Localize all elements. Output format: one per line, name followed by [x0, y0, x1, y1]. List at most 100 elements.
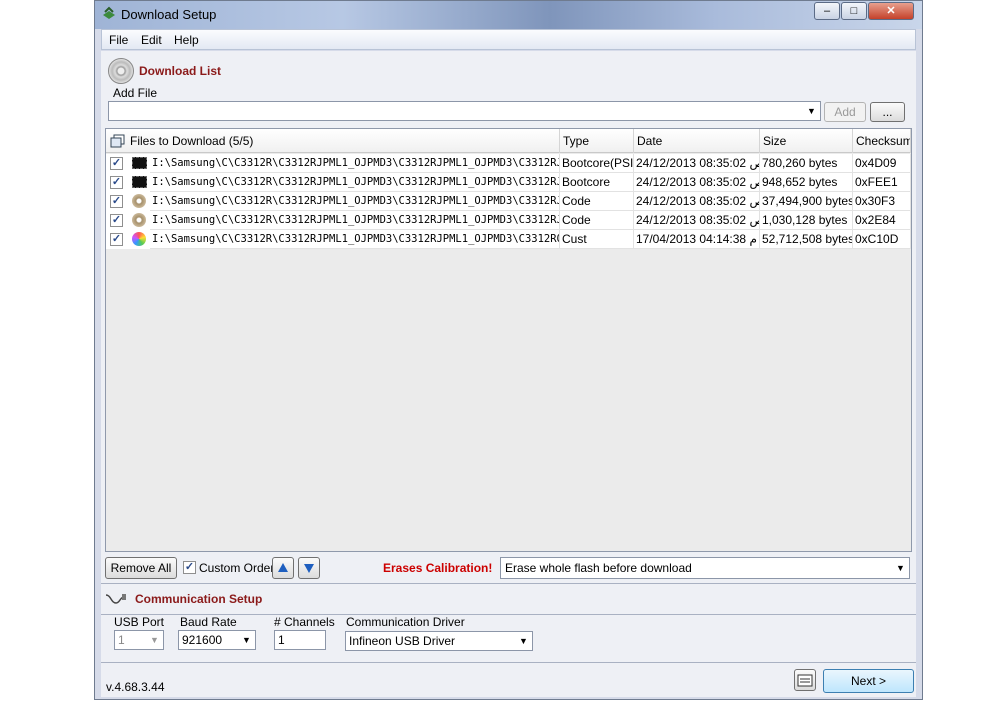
log-button[interactable] — [794, 669, 816, 691]
menu-file[interactable]: File — [109, 33, 128, 47]
download-list-header: Download List — [101, 51, 916, 84]
driver-value: Infineon USB Driver — [349, 634, 456, 648]
cable-icon — [105, 594, 126, 604]
column-size[interactable]: Size — [760, 129, 853, 153]
divider — [101, 662, 916, 663]
disc-icon — [132, 194, 146, 208]
file-checksum: 0x4D09 — [853, 154, 911, 173]
table-row[interactable]: ✓ I:\Samsung\C\C3312R\C3312RJPML1_OJPMD3… — [106, 211, 911, 230]
add-file-label: Add File — [113, 86, 158, 100]
file-size: 1,030,128 bytes — [760, 211, 853, 230]
client-area: Download List Add File ▼ Add ... Files t… — [101, 51, 916, 697]
chevron-down-icon[interactable]: ▼ — [515, 632, 532, 650]
file-type: Bootcore — [560, 173, 634, 192]
remove-all-button[interactable]: Remove All — [105, 557, 177, 579]
chevron-down-icon[interactable]: ▼ — [238, 631, 255, 649]
download-setup-window: Download Setup – □ ✕ File Edit Help Down… — [94, 0, 923, 700]
usb-port-label: USB Port — [114, 615, 165, 629]
menu-help[interactable]: Help — [174, 33, 199, 47]
row-checkbox[interactable]: ✓ — [110, 195, 123, 208]
chevron-down-icon[interactable]: ▼ — [892, 558, 909, 578]
chevron-down-icon[interactable]: ▼ — [146, 631, 163, 649]
column-type[interactable]: Type — [560, 129, 634, 153]
row-checkbox[interactable]: ✓ — [110, 176, 123, 189]
divider — [101, 583, 916, 584]
version-label: v.4.68.3.44 — [106, 680, 165, 694]
file-checksum: 0x2E84 — [853, 211, 911, 230]
file-size: 52,712,508 bytes — [760, 230, 853, 249]
usb-port-value: 1 — [118, 633, 125, 647]
title-bar: Download Setup – □ ✕ — [95, 1, 922, 29]
column-files-label: Files to Download (5/5) — [130, 134, 254, 148]
close-button[interactable]: ✕ — [868, 2, 914, 20]
column-date[interactable]: Date — [634, 129, 760, 153]
usb-port-select[interactable]: 1 ▼ — [114, 630, 164, 650]
file-date: 24/12/2013 08:35:02 ص — [634, 173, 760, 192]
erase-option-value: Erase whole flash before download — [505, 561, 692, 575]
custom-order-checkbox[interactable]: ✓ — [183, 561, 196, 574]
chevron-down-icon[interactable]: ▼ — [803, 102, 820, 120]
table-row[interactable]: ✓ I:\Samsung\C\C3312R\C3312RJPML1_OJPMD3… — [106, 173, 911, 192]
table-header: Files to Download (5/5) Type Date Size C… — [106, 129, 911, 153]
erase-option-select[interactable]: Erase whole flash before download ▼ — [500, 557, 910, 579]
arrow-up-icon — [278, 563, 288, 572]
files-table: Files to Download (5/5) Type Date Size C… — [105, 128, 912, 552]
file-path: I:\Samsung\C\C3312R\C3312RJPML1_OJPMD3\C… — [150, 154, 560, 173]
minimize-button[interactable]: – — [814, 2, 840, 20]
baud-rate-value: 921600 — [182, 633, 223, 647]
file-path: I:\Samsung\C\C3312R\C3312RJPML1_OJPMD3\C… — [150, 192, 560, 211]
table-row[interactable]: ✓ I:\Samsung\C\C3312R\C3312RJPML1_OJPMD3… — [106, 230, 911, 249]
column-files[interactable]: Files to Download (5/5) — [106, 129, 560, 153]
baud-rate-label: Baud Rate — [180, 615, 237, 629]
move-down-button[interactable] — [298, 557, 320, 579]
file-path: I:\Samsung\C\C3312R\C3312RJPML1_OJPMD3\C… — [150, 173, 560, 192]
communication-setup-title: Communication Setup — [135, 592, 263, 606]
column-checksum[interactable]: Checksum — [853, 129, 911, 153]
maximize-button[interactable]: □ — [841, 2, 867, 20]
disc-icon — [132, 213, 146, 227]
download-list-title: Download List — [139, 64, 221, 78]
file-type: Bootcore(PSI) — [560, 154, 634, 173]
file-type: Code — [560, 211, 634, 230]
file-date: 24/12/2013 08:35:02 ص — [634, 211, 760, 230]
move-up-button[interactable] — [272, 557, 294, 579]
file-size: 780,260 bytes — [760, 154, 853, 173]
driver-label: Communication Driver — [346, 615, 465, 629]
row-checkbox[interactable]: ✓ — [110, 214, 123, 227]
file-checksum: 0xFEE1 — [853, 173, 911, 192]
channels-label: # Channels — [274, 615, 335, 629]
file-type: Code — [560, 192, 634, 211]
log-icon — [797, 674, 813, 687]
file-path: I:\Samsung\C\C3312R\C3312RJPML1_OJPMD3\C… — [150, 211, 560, 230]
driver-select[interactable]: Infineon USB Driver ▼ — [345, 631, 533, 651]
add-file-combo[interactable]: ▼ — [108, 101, 821, 121]
chip-icon — [132, 176, 147, 188]
colorful-disc-icon — [132, 232, 146, 246]
file-date: 24/12/2013 08:35:02 ص — [634, 154, 760, 173]
add-button[interactable]: Add — [824, 102, 866, 122]
file-checksum: 0xC10D — [853, 230, 911, 249]
menu-edit[interactable]: Edit — [141, 33, 162, 47]
table-row[interactable]: ✓ I:\Samsung\C\C3312R\C3312RJPML1_OJPMD3… — [106, 192, 911, 211]
next-button[interactable]: Next > — [823, 669, 914, 693]
row-checkbox[interactable]: ✓ — [110, 233, 123, 246]
channels-input[interactable]: 1 — [274, 630, 326, 650]
baud-rate-select[interactable]: 921600 ▼ — [178, 630, 256, 650]
browse-button[interactable]: ... — [870, 102, 905, 122]
table-row[interactable]: ✓ I:\Samsung\C\C3312R\C3312RJPML1_OJPMD3… — [106, 154, 911, 173]
file-path: I:\Samsung\C\C3312R\C3312RJPML1_OJPMD3\C… — [150, 230, 560, 249]
arrow-down-icon — [304, 564, 314, 573]
file-date: 24/12/2013 08:35:02 ص — [634, 192, 760, 211]
file-size: 948,652 bytes — [760, 173, 853, 192]
app-icon — [103, 6, 115, 19]
select-all-icon[interactable] — [110, 134, 125, 148]
cd-icon — [108, 58, 134, 84]
window-title: Download Setup — [121, 7, 217, 22]
file-type: Cust — [560, 230, 634, 249]
custom-order-label: Custom Order — [199, 561, 275, 575]
file-size: 37,494,900 bytes — [760, 192, 853, 211]
erases-calibration-warning: Erases Calibration! — [383, 561, 493, 575]
menu-bar: File Edit Help — [101, 29, 916, 50]
chip-icon — [132, 157, 147, 169]
row-checkbox[interactable]: ✓ — [110, 157, 123, 170]
